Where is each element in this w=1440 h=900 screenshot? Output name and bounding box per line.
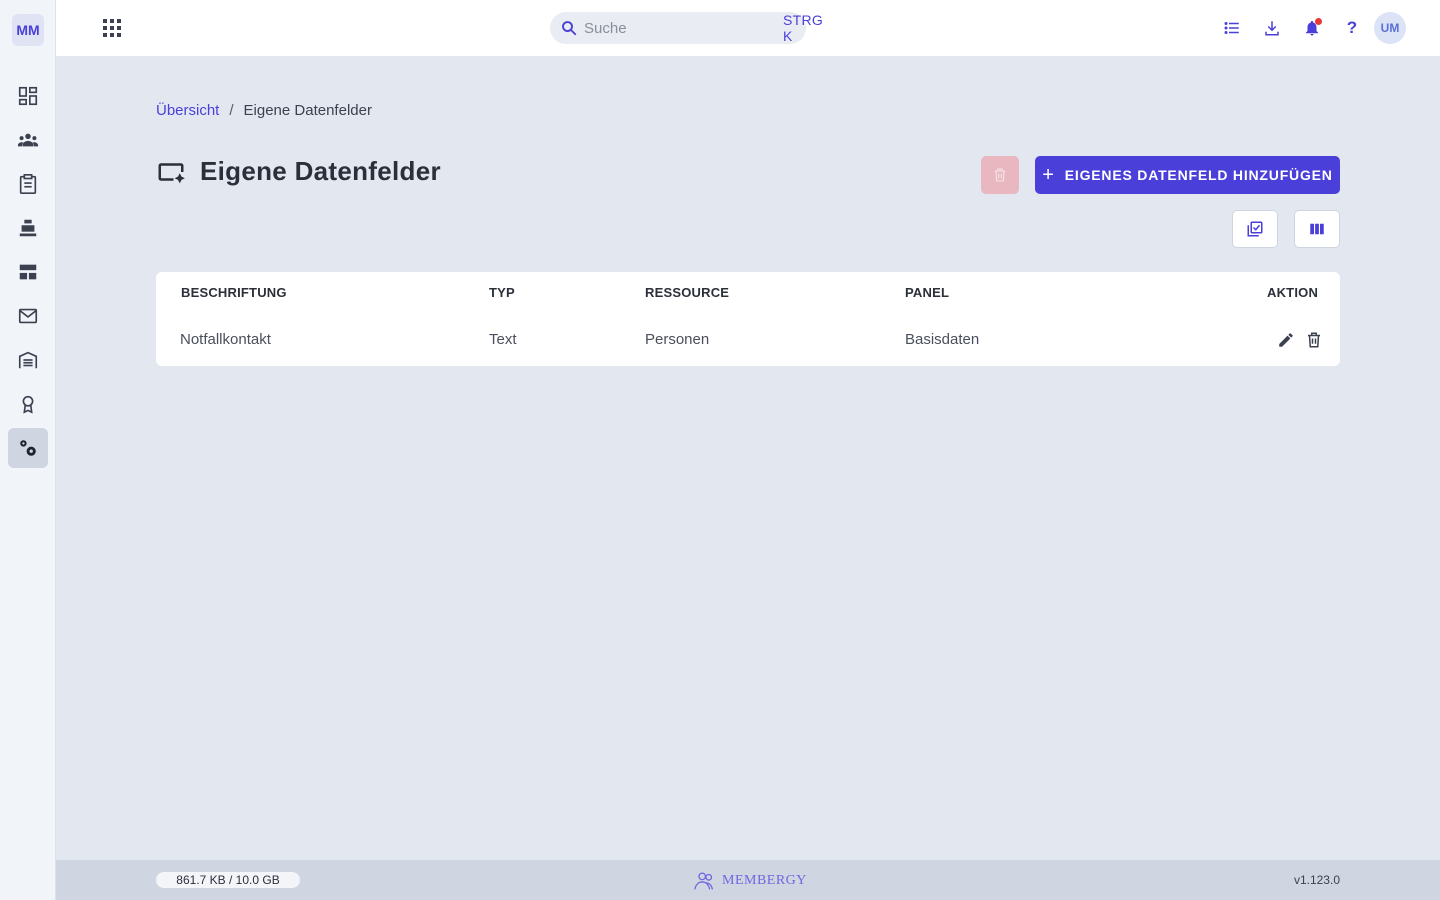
- search-box[interactable]: STRG K: [550, 12, 823, 44]
- column-header-panel[interactable]: PANEL: [905, 285, 949, 300]
- award-icon: [22, 395, 34, 414]
- pencil-icon: [1279, 333, 1293, 347]
- breadcrumb-link-overview[interactable]: Übersicht: [156, 102, 219, 119]
- add-custom-field-label: EIGENES DATENFELD HINZUFÜGEN: [1064, 167, 1333, 183]
- sidebar-item-warehouse[interactable]: [8, 340, 48, 380]
- sidebar-item-dashboard[interactable]: [8, 76, 48, 116]
- help-button[interactable]: ?: [1340, 16, 1364, 40]
- people-icon: [17, 133, 39, 147]
- search-input[interactable]: [584, 19, 783, 37]
- user-avatar[interactable]: UM: [1374, 12, 1406, 44]
- breadcrumb-separator: /: [229, 102, 234, 119]
- edit-button[interactable]: [1277, 331, 1295, 349]
- sidebar-item-cash-register[interactable]: [8, 208, 48, 248]
- clipboard-icon: [19, 174, 37, 194]
- page-header: Eigene Datenfelder: [156, 156, 441, 187]
- select-rows-button[interactable]: [1232, 210, 1278, 248]
- notifications-button[interactable]: [1300, 16, 1324, 40]
- page-title: Eigene Datenfelder: [200, 156, 441, 186]
- apps-grid-button[interactable]: [100, 16, 124, 40]
- breadcrumb: Übersicht / Eigene Datenfelder: [156, 102, 372, 119]
- sidebar-item-table[interactable]: [8, 252, 48, 292]
- custom-fields-table: BESCHRIFTUNG TYP RESSOURCE PANEL AKTION …: [156, 272, 1340, 366]
- warehouse-icon: [18, 351, 38, 369]
- notification-dot: [1315, 18, 1322, 25]
- footer: 861.7 KB / 10.0 GB MEMBERGY v1.123.0: [56, 860, 1440, 900]
- membergy-logo-icon: [694, 872, 714, 890]
- add-custom-field-button[interactable]: + EIGENES DATENFELD HINZUFÜGEN: [1035, 156, 1340, 194]
- plus-icon: +: [1042, 164, 1055, 186]
- sidebar-item-mail[interactable]: [8, 296, 48, 336]
- trash-icon: [994, 168, 1006, 182]
- help-icon: ?: [1346, 18, 1358, 37]
- cell-beschriftung: Notfallkontakt: [180, 331, 271, 348]
- search-icon: [562, 21, 577, 36]
- cell-ressource: Personen: [645, 331, 710, 348]
- cell-typ: Text: [489, 331, 517, 348]
- download-icon: [1265, 21, 1279, 36]
- columns-button[interactable]: [1294, 210, 1340, 248]
- dashboard-icon: [18, 86, 38, 106]
- column-header-aktion: AKTION: [1267, 285, 1319, 300]
- column-header-typ[interactable]: TYP: [489, 285, 515, 300]
- sidebar-item-award[interactable]: [8, 384, 48, 424]
- sidebar: MM: [0, 0, 56, 900]
- top-bar: STRG K ? UM: [56, 0, 1440, 56]
- mail-icon: [18, 308, 38, 324]
- storage-usage: 861.7 KB / 10.0 GB: [156, 872, 300, 888]
- search-shortcut-hint: STRG K: [783, 12, 824, 44]
- cash-register-icon: [19, 219, 37, 237]
- app-logo[interactable]: MM: [12, 14, 44, 46]
- brand-name: MEMBERGY: [722, 873, 807, 888]
- breadcrumb-current: Eigene Datenfelder: [243, 102, 372, 119]
- task-list-button[interactable]: [1220, 16, 1244, 40]
- sidebar-item-clipboard[interactable]: [8, 164, 48, 204]
- cell-panel: Basisdaten: [905, 331, 980, 348]
- sidebar-item-settings[interactable]: [8, 428, 48, 468]
- apps-grid-icon: [103, 19, 121, 37]
- custom-field-icon: [158, 162, 185, 183]
- trash-icon: [1308, 332, 1320, 348]
- app-version: v1.123.0: [1293, 873, 1340, 887]
- column-header-ressource[interactable]: RESSOURCE: [645, 285, 729, 300]
- checklist-icon: [1247, 221, 1263, 237]
- bulk-delete-button[interactable]: [981, 156, 1019, 194]
- settings-gears-icon: [20, 440, 36, 456]
- delete-row-button[interactable]: [1305, 331, 1323, 349]
- sidebar-item-people[interactable]: [8, 120, 48, 160]
- column-header-beschriftung[interactable]: BESCHRIFTUNG: [181, 285, 287, 300]
- table-layout-icon: [19, 264, 37, 280]
- brand-logo: MEMBERGY: [692, 870, 807, 892]
- columns-icon: [1310, 223, 1324, 235]
- downloads-button[interactable]: [1260, 16, 1284, 40]
- list-icon: [1224, 22, 1239, 34]
